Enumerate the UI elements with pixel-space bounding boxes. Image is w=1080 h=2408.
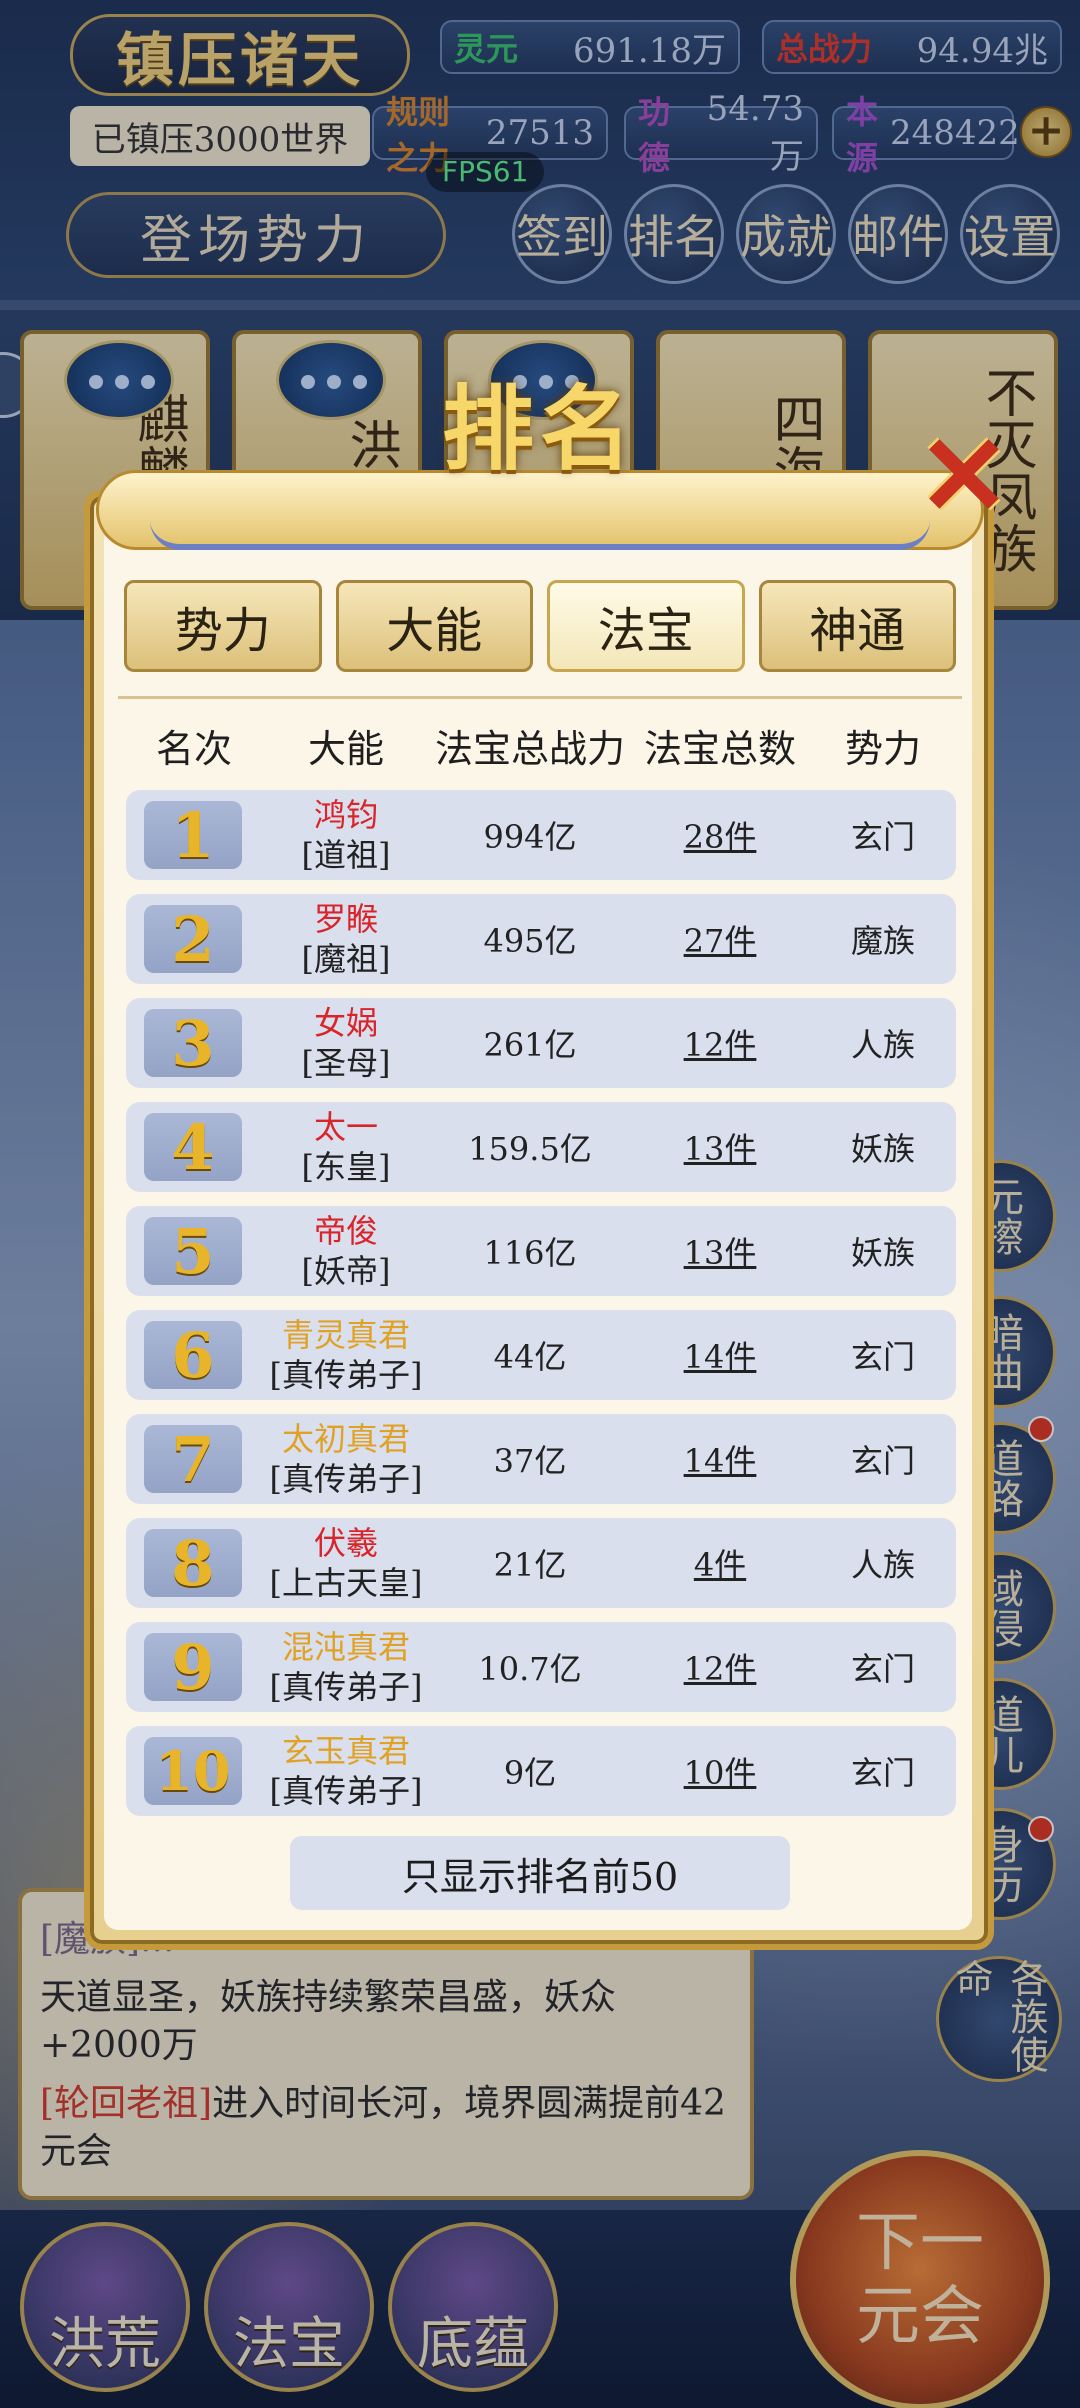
treasure-power: 994亿	[483, 818, 577, 856]
top50-note: 只显示排名前50	[290, 1836, 790, 1910]
treasure-count-link[interactable]: 14件	[630, 1436, 810, 1482]
name-cell: 太初真君 [真传弟子]	[262, 1419, 430, 1499]
player-name: 伏羲	[313, 1524, 378, 1562]
faction: 人族	[850, 1026, 915, 1064]
rank-number: 6	[144, 1319, 242, 1392]
treasure-power: 116亿	[483, 1234, 577, 1272]
treasure-count-link[interactable]: 13件	[630, 1228, 810, 1274]
player-title: [真传弟子]	[269, 1356, 423, 1394]
rank-number: 10	[144, 1737, 242, 1805]
table-row[interactable]: 2 罗睺 [魔祖] 495亿 27件 魔族	[126, 894, 956, 984]
table-row[interactable]: 9 混沌真君 [真传弟子] 10.7亿 12件 玄门	[126, 1622, 956, 1712]
table-row[interactable]: 10 玄玉真君 [真传弟子] 9亿 10件 玄门	[126, 1726, 956, 1816]
player-title: [东皇]	[301, 1148, 391, 1186]
player-title: [真传弟子]	[269, 1460, 423, 1498]
faction: 玄门	[850, 1338, 915, 1376]
column-header-rank: 名次	[155, 726, 232, 771]
treasure-count-link[interactable]: 28件	[630, 812, 810, 858]
tab-divider	[118, 696, 962, 699]
tab-great-powers[interactable]: 大能	[335, 580, 533, 672]
table-row[interactable]: 4 太一 [东皇] 159.5亿 13件 妖族	[126, 1102, 956, 1192]
name-cell: 太一 [东皇]	[262, 1107, 430, 1187]
treasure-count-link[interactable]: 4件	[630, 1540, 810, 1586]
name-cell: 女娲 [圣母]	[262, 1003, 430, 1083]
tab-treasures[interactable]: 法宝	[547, 580, 745, 672]
treasure-power: 9亿	[503, 1754, 557, 1792]
table-row[interactable]: 6 青灵真君 [真传弟子] 44亿 14件 玄门	[126, 1310, 956, 1400]
faction: 玄门	[850, 818, 915, 856]
player-title: [道祖]	[301, 836, 391, 874]
table-header: 名次 大能 法宝总战力 法宝总数 势力	[126, 712, 956, 778]
name-cell: 青灵真君 [真传弟子]	[262, 1315, 430, 1395]
tab-divine-arts[interactable]: 神通	[758, 580, 956, 672]
player-title: [真传弟子]	[269, 1772, 423, 1810]
player-title: [圣母]	[301, 1044, 391, 1082]
treasure-power: 495亿	[483, 922, 577, 960]
treasure-count-link[interactable]: 14件	[630, 1332, 810, 1378]
book-fold-decoration	[150, 520, 930, 550]
column-header-faction: 势力	[844, 726, 921, 771]
player-name: 玄玉真君	[281, 1732, 410, 1770]
treasure-count-link[interactable]: 12件	[630, 1644, 810, 1690]
faction: 玄门	[850, 1442, 915, 1480]
name-cell: 帝俊 [妖帝]	[262, 1211, 430, 1291]
faction: 妖族	[850, 1130, 915, 1168]
table-row[interactable]: 1 鸿钧 [道祖] 994亿 28件 玄门	[126, 790, 956, 880]
name-cell: 混沌真君 [真传弟子]	[262, 1627, 430, 1707]
player-title: [上古天皇]	[269, 1564, 423, 1602]
rank-number: 1	[144, 799, 242, 872]
rank-number: 2	[144, 903, 242, 976]
rank-number: 7	[144, 1423, 242, 1496]
table-row[interactable]: 3 女娲 [圣母] 261亿 12件 人族	[126, 998, 956, 1088]
player-title: [真传弟子]	[269, 1668, 423, 1706]
player-title: [魔祖]	[301, 940, 391, 978]
player-name: 鸿钧	[313, 796, 378, 834]
player-name: 帝俊	[313, 1212, 378, 1250]
treasure-power: 37亿	[493, 1442, 567, 1480]
player-name: 青灵真君	[281, 1316, 410, 1354]
player-name: 太一	[313, 1108, 378, 1146]
faction: 玄门	[850, 1754, 915, 1792]
treasure-count-link[interactable]: 10件	[630, 1748, 810, 1794]
player-name: 混沌真君	[281, 1628, 410, 1666]
column-header-name: 大能	[307, 726, 384, 771]
treasure-power: 261亿	[483, 1026, 577, 1064]
faction: 妖族	[850, 1234, 915, 1272]
faction: 人族	[850, 1546, 915, 1584]
player-name: 罗睺	[313, 900, 378, 938]
player-title: [妖帝]	[301, 1252, 391, 1290]
rank-number: 4	[144, 1111, 242, 1184]
ranking-tabs: 势力 大能 法宝 神通	[124, 580, 956, 672]
table-row[interactable]: 8 伏羲 [上古天皇] 21亿 4件 人族	[126, 1518, 956, 1608]
faction: 魔族	[850, 922, 915, 960]
treasure-power: 44亿	[493, 1338, 567, 1376]
ranking-table: 1 鸿钧 [道祖] 994亿 28件 玄门 2 罗睺 [魔祖] 495亿 27件…	[126, 790, 956, 1830]
faction: 玄门	[850, 1650, 915, 1688]
tab-forces[interactable]: 势力	[124, 580, 322, 672]
rank-number: 5	[144, 1215, 242, 1288]
treasure-count-link[interactable]: 12件	[630, 1020, 810, 1066]
close-icon[interactable]: ✕	[916, 421, 1012, 531]
player-name: 女娲	[313, 1004, 378, 1042]
rank-number: 3	[144, 1007, 242, 1080]
table-row[interactable]: 5 帝俊 [妖帝] 116亿 13件 妖族	[126, 1206, 956, 1296]
rank-number: 9	[144, 1631, 242, 1704]
table-row[interactable]: 7 太初真君 [真传弟子] 37亿 14件 玄门	[126, 1414, 956, 1504]
name-cell: 罗睺 [魔祖]	[262, 899, 430, 979]
name-cell: 玄玉真君 [真传弟子]	[262, 1731, 430, 1811]
treasure-power: 21亿	[493, 1546, 567, 1584]
treasure-power: 159.5亿	[468, 1130, 592, 1168]
treasure-count-link[interactable]: 13件	[630, 1124, 810, 1170]
treasure-power: 10.7亿	[478, 1650, 582, 1688]
rank-number: 8	[144, 1527, 242, 1600]
treasure-count-link[interactable]: 27件	[630, 916, 810, 962]
modal-title: 排名	[441, 375, 638, 483]
column-header-power: 法宝总战力	[434, 726, 625, 771]
column-header-count: 法宝总数	[643, 726, 796, 771]
name-cell: 鸿钧 [道祖]	[262, 795, 430, 875]
player-name: 太初真君	[281, 1420, 410, 1458]
name-cell: 伏羲 [上古天皇]	[262, 1523, 430, 1603]
